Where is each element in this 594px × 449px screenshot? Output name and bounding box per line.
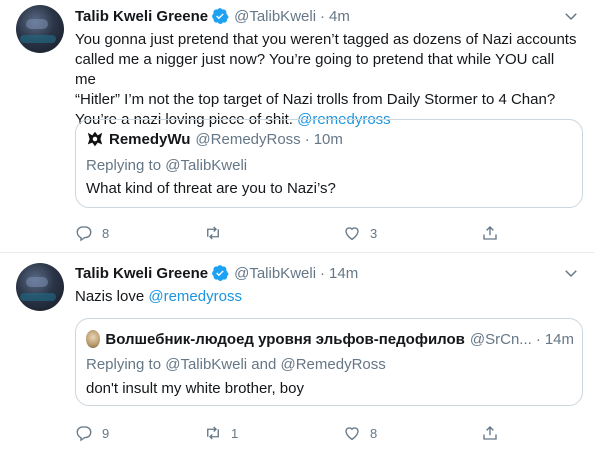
tweet[interactable]: Talib Kweli Greene @TalibKweli · 14m Naz… <box>0 254 594 449</box>
reply-button[interactable]: 8 <box>75 224 109 242</box>
mention-link[interactable]: @remedyross <box>148 288 242 305</box>
separator-dot: · <box>304 130 310 148</box>
chevron-down-icon[interactable] <box>562 264 580 282</box>
avatar <box>86 330 101 348</box>
retweet-button[interactable] <box>204 224 231 242</box>
avatar[interactable] <box>16 263 64 311</box>
quoted-tweet-text: What kind of threat are you to Nazi’s? <box>86 180 336 197</box>
retweet-count: 1 <box>231 425 239 441</box>
quoted-author-name[interactable]: Волшебник-людоед уровня эльфов-педофилов <box>105 331 465 348</box>
timestamp[interactable]: 14m <box>329 265 358 282</box>
tweet-text-line: called me a nigger just now? You’re goin… <box>75 51 555 88</box>
quoted-tweet[interactable]: RemedyWu @RemedyRoss · 10m Replying to @… <box>75 119 583 208</box>
tweet-text-segment: Nazis love <box>75 288 149 305</box>
reply-icon <box>76 226 92 242</box>
tweet-text-line: You gonna just pretend that you weren’t … <box>75 31 577 48</box>
quoted-timestamp: 10m <box>313 130 343 148</box>
tweet-text: You gonna just pretend that you weren’t … <box>75 30 579 130</box>
quoted-author-name[interactable]: RemedyWu <box>109 131 190 148</box>
verified-badge-icon <box>212 8 229 25</box>
share-icon <box>483 226 497 240</box>
retweet-icon <box>207 226 219 240</box>
separator-dot: · <box>535 330 541 348</box>
verified-badge-icon <box>212 265 229 282</box>
like-icon <box>345 227 359 241</box>
retweet-icon <box>207 426 219 440</box>
tweet-text: Nazis love @remedyross <box>75 287 579 307</box>
reply-count: 9 <box>102 425 110 441</box>
like-count: 3 <box>370 225 378 241</box>
quoted-tweet-header: RemedyWu @RemedyRoss · 10m <box>86 129 343 149</box>
separator-dot: · <box>320 264 326 282</box>
like-count: 8 <box>370 425 378 441</box>
author-name[interactable]: Talib Kweli Greene <box>75 8 208 25</box>
tweet-header: Talib Kweli Greene @TalibKweli · 4m <box>75 6 350 26</box>
reply-button[interactable]: 9 <box>75 424 109 442</box>
tweet[interactable]: Talib Kweli Greene @TalibKweli · 4m You … <box>0 0 594 253</box>
like-button[interactable]: 3 <box>343 224 377 242</box>
author-name[interactable]: Talib Kweli Greene <box>75 265 208 282</box>
quoted-author-handle[interactable]: @SrCn... <box>470 331 532 348</box>
avatar[interactable] <box>16 5 64 53</box>
reply-count: 8 <box>102 225 110 241</box>
separator-dot: · <box>320 7 326 25</box>
share-button[interactable] <box>481 224 499 242</box>
author-handle[interactable]: @TalibKweli <box>234 265 316 282</box>
quoted-timestamp: 14m <box>544 330 574 348</box>
quoted-tweet-header: Волшебник-людоед уровня эльфов-педофилов… <box>86 329 574 349</box>
replying-to[interactable]: Replying to @TalibKweli and @RemedyRoss <box>86 355 386 375</box>
timestamp[interactable]: 4m <box>329 8 350 25</box>
reply-icon <box>76 426 92 442</box>
share-button[interactable] <box>481 424 499 442</box>
author-handle[interactable]: @TalibKweli <box>234 8 316 25</box>
replying-to[interactable]: Replying to @TalibKweli <box>86 156 247 176</box>
quoted-author-handle[interactable]: @RemedyRoss <box>195 131 300 148</box>
like-icon <box>345 427 359 441</box>
share-icon <box>483 426 497 440</box>
chevron-down-icon[interactable] <box>562 7 580 25</box>
tweet-actions: 8 3 <box>75 224 545 248</box>
retweet-button[interactable]: 1 <box>204 424 238 442</box>
quoted-tweet[interactable]: Волшебник-людоед уровня эльфов-педофилов… <box>75 318 583 406</box>
quoted-tweet-text: don't insult my white brother, boy <box>86 380 304 397</box>
tweet-text-line: “Hitler” I’m not the top target of Nazi … <box>75 91 556 108</box>
avatar <box>87 131 103 147</box>
tweet-actions: 9 1 8 <box>75 424 545 448</box>
tweet-header: Talib Kweli Greene @TalibKweli · 14m <box>75 263 358 283</box>
like-button[interactable]: 8 <box>343 424 377 442</box>
